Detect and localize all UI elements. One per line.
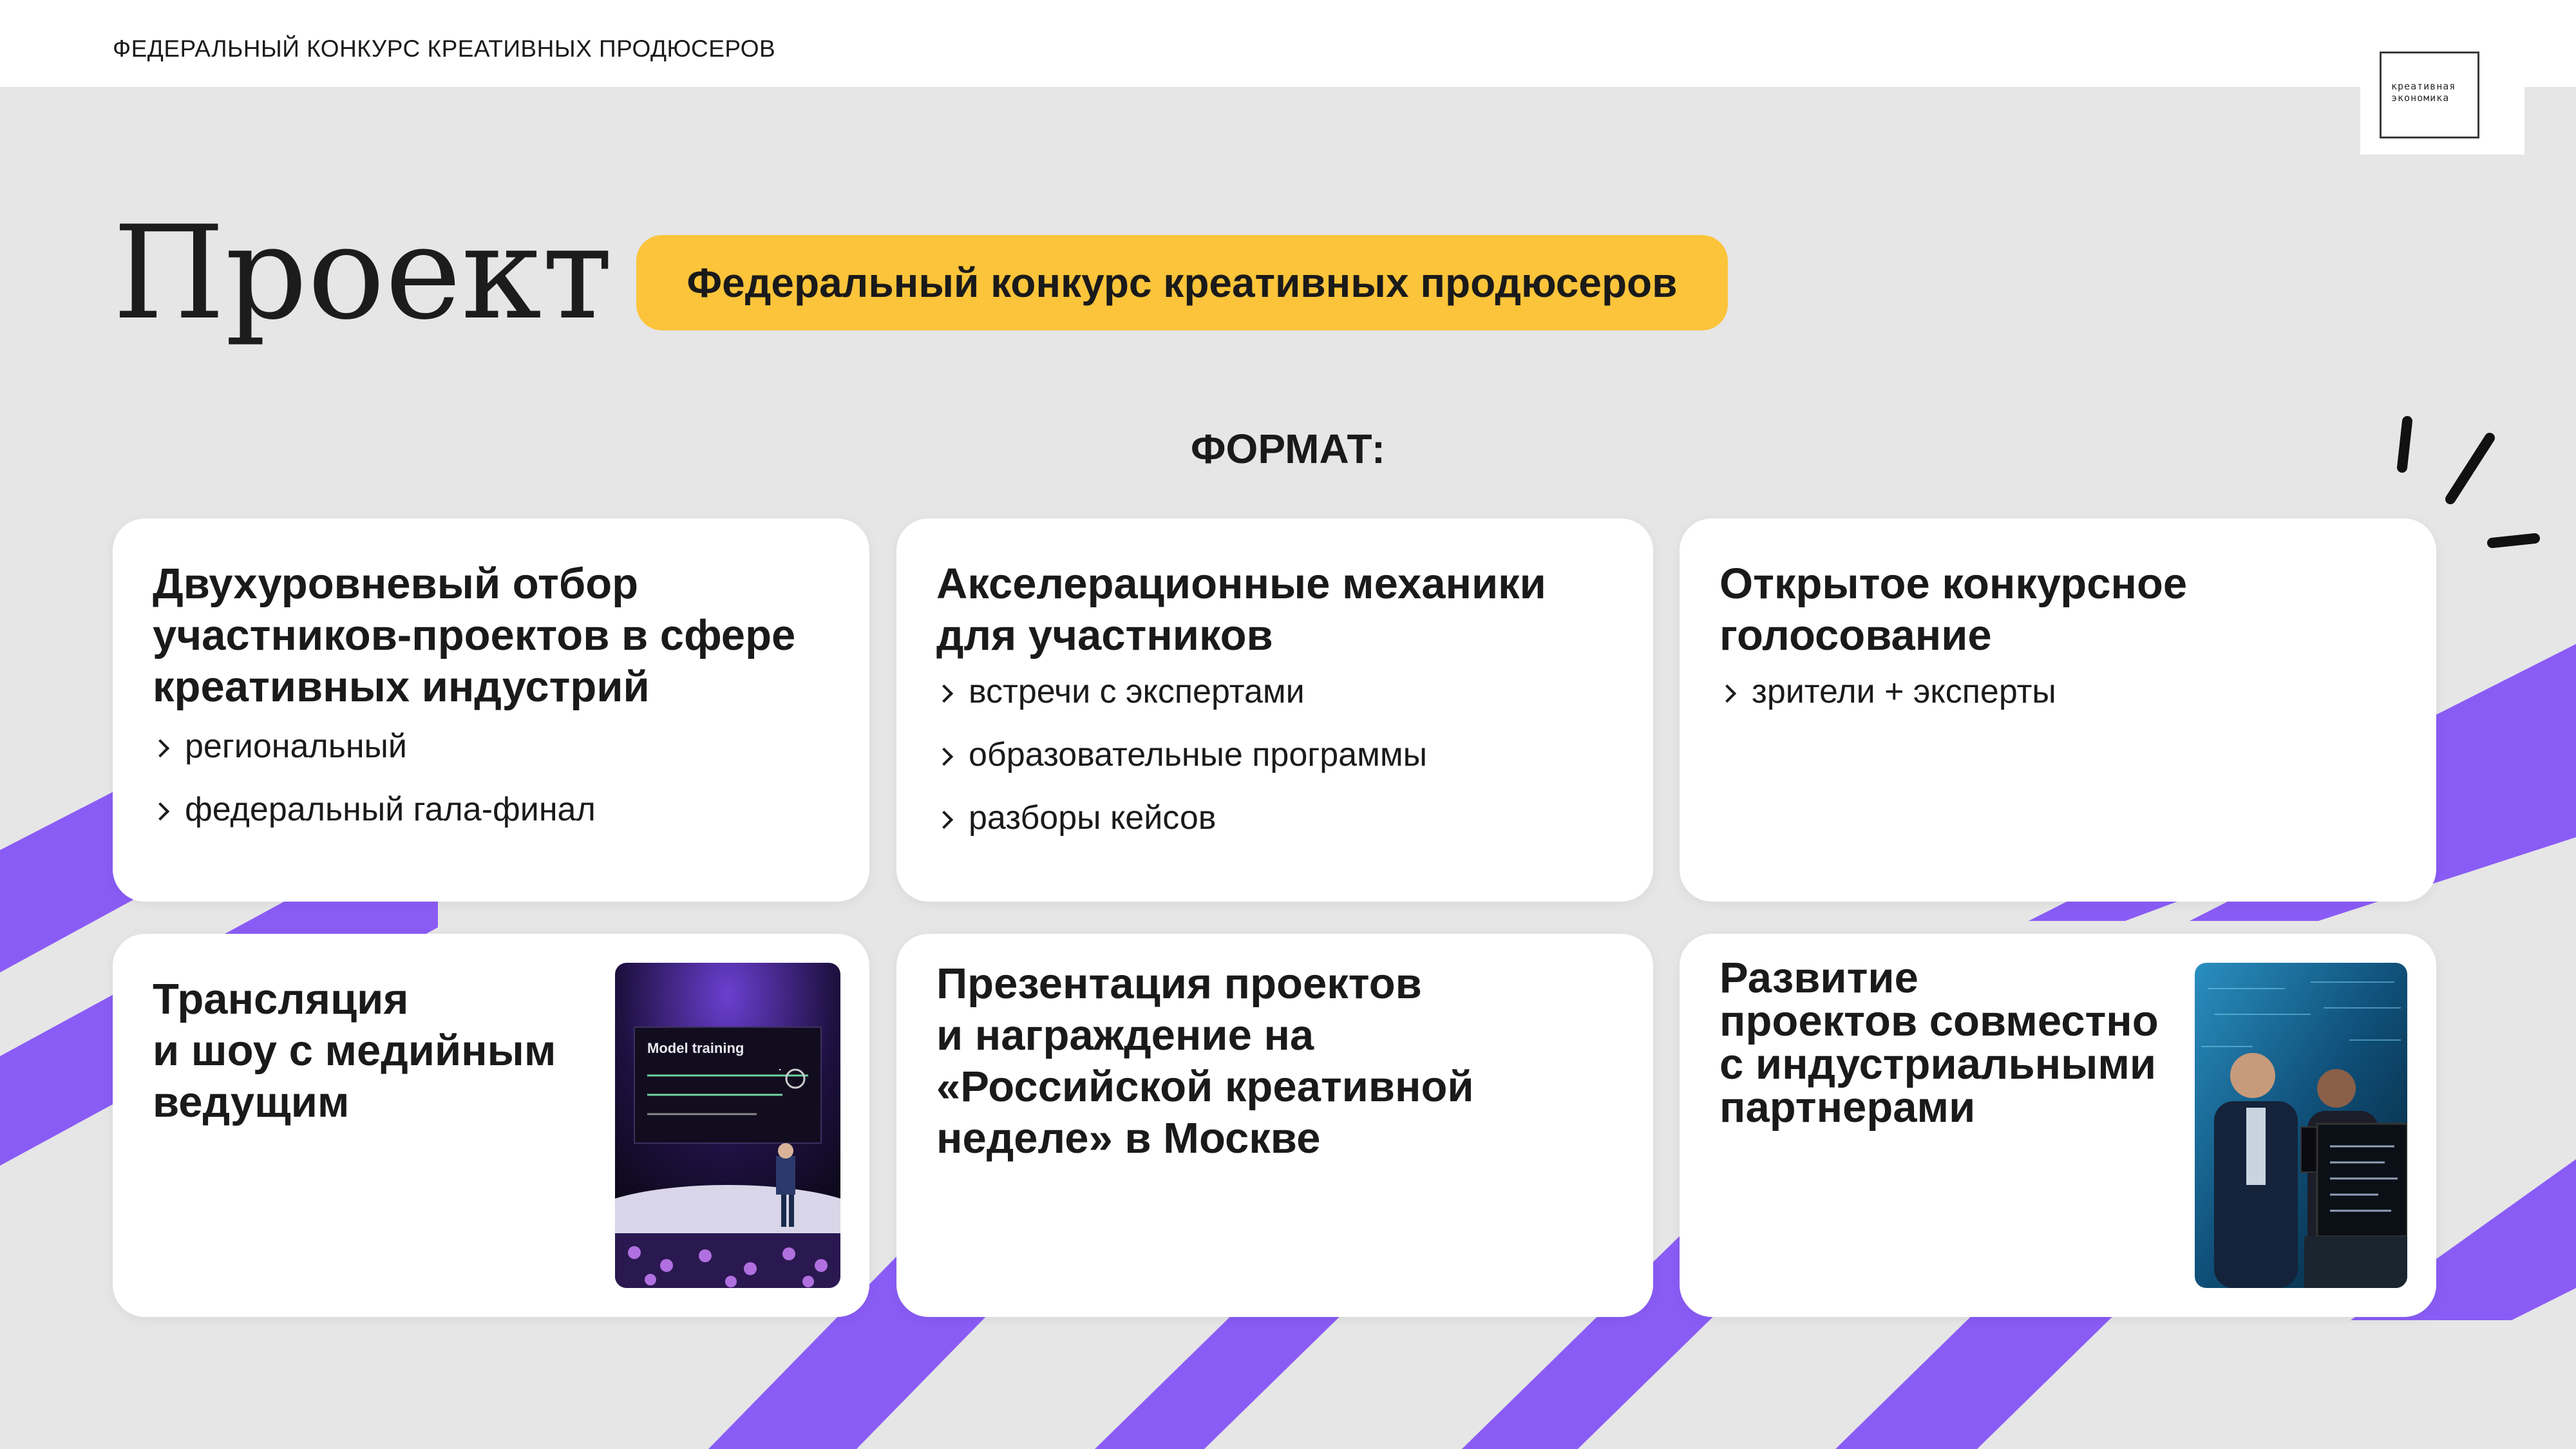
card-title-line: с индустриальными bbox=[1719, 1040, 2157, 1088]
card-title: Открытое конкурсное голосование bbox=[1719, 558, 2187, 661]
card-title-line: участников-проектов в сфере bbox=[153, 611, 796, 659]
card-title-line: партнерами bbox=[1719, 1083, 1976, 1132]
list-item-label: разборы кейсов bbox=[969, 799, 1217, 837]
logo-line-1: креативная bbox=[2391, 80, 2456, 92]
chevron-right-icon bbox=[934, 747, 954, 766]
card-title: Презентация проектов и награждение на «Р… bbox=[936, 958, 1474, 1164]
format-card-partners: Развитие проектов совместно с индустриал… bbox=[1680, 934, 2436, 1317]
card-title-line: для участников bbox=[936, 611, 1273, 659]
format-card-broadcast: Трансляция и шоу с медийным ведущим Mode… bbox=[113, 934, 869, 1317]
section-label: ФОРМАТ: bbox=[1190, 426, 1386, 472]
card-title-line: «Российской креативной bbox=[936, 1063, 1474, 1111]
card-item-list: региональный федеральный гала-финал bbox=[151, 715, 596, 841]
list-item: зрители + эксперты bbox=[1718, 660, 2056, 723]
chevron-right-icon bbox=[151, 802, 170, 821]
card-title-line: Открытое конкурсное bbox=[1719, 560, 2188, 608]
format-card-voting: Открытое конкурсное голосование зрители … bbox=[1680, 518, 2436, 902]
header-title: ФЕДЕРАЛЬНЫЙ КОНКУРС КРЕАТИВНЫХ ПРОДЮСЕРО… bbox=[113, 35, 776, 62]
format-card-acceleration: Акселерационные механики для участников … bbox=[896, 518, 1653, 902]
card-title: Трансляция и шоу с медийным ведущим bbox=[153, 974, 556, 1128]
chevron-right-icon bbox=[151, 739, 170, 758]
card-title-line: и шоу с медийным bbox=[153, 1027, 556, 1075]
format-card-selection: Двухуровневый отбор участников-проектов … bbox=[113, 518, 869, 902]
list-item-label: зрители + эксперты bbox=[1752, 673, 2056, 710]
project-badge: Федеральный конкурс креативных продюсеро… bbox=[636, 235, 1728, 330]
list-item-label: региональный bbox=[185, 728, 407, 765]
card-title-line: Акселерационные механики bbox=[936, 560, 1546, 608]
card-title-line: неделе» в Москве bbox=[936, 1114, 1321, 1162]
list-item: разборы кейсов bbox=[934, 786, 1427, 849]
list-item: федеральный гала-финал bbox=[151, 778, 596, 841]
card-title-line: голосование bbox=[1719, 611, 1992, 659]
format-card-presentation: Презентация проектов и награждение на «Р… bbox=[896, 934, 1653, 1317]
card-item-list: встречи с экспертами образовательные про… bbox=[934, 660, 1427, 849]
card-title: Акселерационные механики для участников bbox=[936, 558, 1546, 661]
card-title-line: Двухуровневый отбор bbox=[153, 560, 639, 608]
chevron-right-icon bbox=[1718, 684, 1737, 703]
list-item-label: образовательные программы bbox=[969, 736, 1427, 773]
top-bar: ФЕДЕРАЛЬНЫЙ КОНКУРС КРЕАТИВНЫХ ПРОДЮСЕРО… bbox=[0, 0, 2576, 87]
list-item-label: встречи с экспертами bbox=[969, 673, 1305, 710]
card-title: Развитие проектов совместно с индустриал… bbox=[1719, 956, 2159, 1129]
card-title-line: Презентация проектов bbox=[936, 960, 1422, 1008]
list-item: образовательные программы bbox=[934, 723, 1427, 786]
list-item: региональный bbox=[151, 715, 596, 778]
logo: креативная экономика bbox=[2360, 45, 2524, 155]
card-title-line: ведущим bbox=[153, 1078, 350, 1126]
chevron-right-icon bbox=[934, 684, 954, 703]
list-item: встречи с экспертами bbox=[934, 660, 1427, 723]
card-title-line: Развитие bbox=[1719, 954, 1918, 1002]
card-title-line: проектов совместно bbox=[1719, 997, 2159, 1045]
chevron-right-icon bbox=[934, 810, 954, 829]
logo-line-2: экономика bbox=[2391, 92, 2450, 104]
card-item-list: зрители + эксперты bbox=[1718, 660, 2056, 723]
page-title: Проект bbox=[113, 198, 613, 348]
card-title-line: креативных индустрий bbox=[153, 663, 650, 711]
card-title-line: и награждение на bbox=[936, 1011, 1314, 1059]
logo-text: креативная экономика bbox=[2391, 80, 2456, 104]
card-title: Двухуровневый отбор участников-проектов … bbox=[153, 558, 795, 713]
stage-show-photo: Model training bbox=[615, 963, 840, 1288]
list-item-label: федеральный гала-финал bbox=[185, 791, 596, 828]
screen-caption: Model training bbox=[647, 1040, 744, 1056]
card-title-line: Трансляция bbox=[153, 975, 409, 1023]
partners-photo bbox=[2195, 963, 2407, 1288]
